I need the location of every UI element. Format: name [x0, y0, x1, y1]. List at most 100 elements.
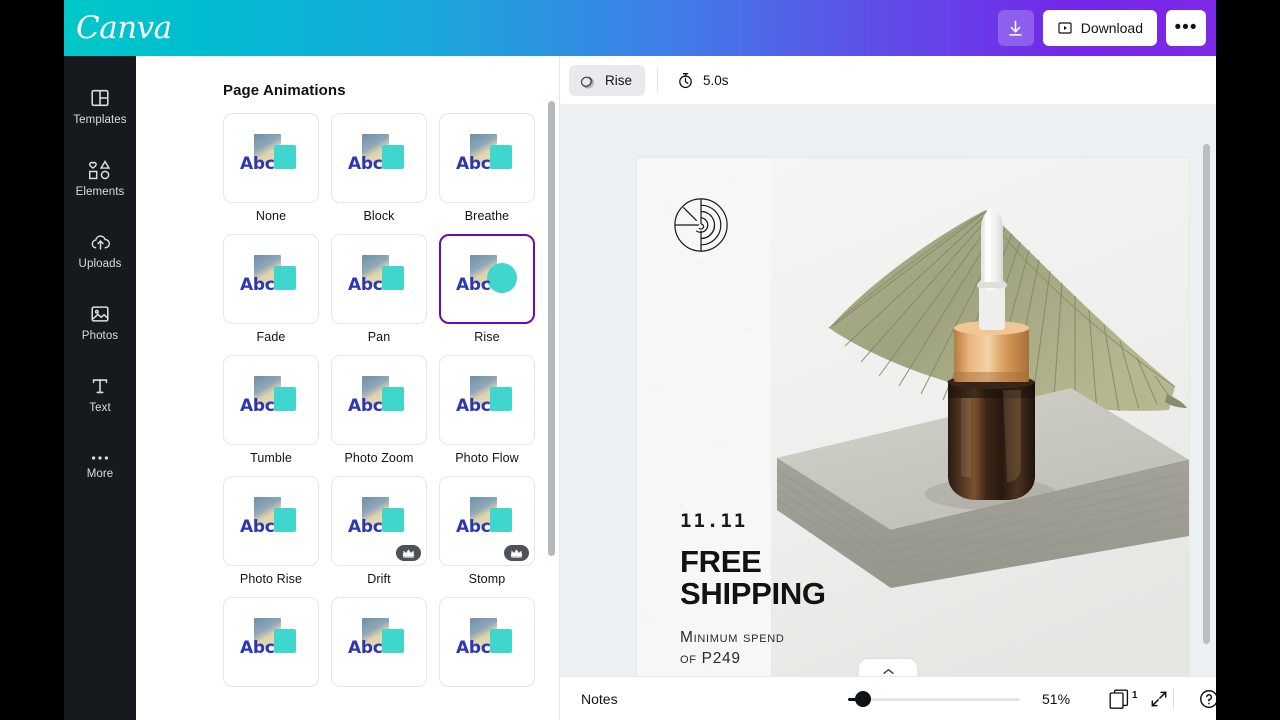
animation-option-stomp[interactable]: Abc — [439, 476, 535, 566]
sidebar-item-label: More — [86, 467, 114, 480]
canvas-scroll-area[interactable]: 11.11 FREE SHIPPING Minimum spend of P24… — [560, 104, 1216, 720]
preview-abc-text: Abc — [456, 517, 491, 537]
animation-option-photo-zoom[interactable]: Abc — [331, 355, 427, 445]
panel-scrollbar[interactable] — [548, 101, 555, 556]
animation-preview: Abc — [240, 134, 302, 182]
cloud-upload-icon — [91, 234, 110, 250]
animation-preview: Abc — [456, 618, 518, 666]
animation-option-rise[interactable]: Abc — [439, 234, 535, 324]
animation-option-unnamed[interactable]: Abc — [223, 597, 319, 687]
duration-button[interactable]: 5.0s — [670, 66, 735, 95]
animation-option-block[interactable]: Abc — [331, 113, 427, 203]
animation-preview: Abc — [348, 134, 410, 182]
animation-option-tumble[interactable]: Abc — [223, 355, 319, 445]
preview-square-shape — [274, 145, 296, 169]
header-actions: Download ••• — [997, 0, 1206, 56]
download-button[interactable]: Download — [1042, 10, 1157, 46]
zoom-slider[interactable] — [848, 690, 1020, 707]
sidebar-item-photos[interactable]: Photos — [64, 286, 136, 358]
animation-option-label: Breathe — [464, 209, 510, 223]
shapes-icon — [88, 159, 111, 179]
crown-icon — [510, 549, 523, 558]
sidebar-item-label: Templates — [73, 113, 127, 126]
animation-preview: Abc — [240, 618, 302, 666]
animation-preview: Abc — [348, 376, 410, 424]
page-number-label: 1 — [1132, 689, 1138, 701]
preview-square-shape — [382, 387, 404, 411]
animation-cell: Abc Drift — [331, 476, 427, 586]
notes-button[interactable]: Notes — [581, 691, 618, 707]
animation-option-unnamed[interactable]: Abc — [331, 597, 427, 687]
sidebar-item-uploads[interactable]: Uploads — [64, 214, 136, 286]
preview-abc-text: Abc — [348, 154, 383, 174]
animation-type-chip[interactable]: Rise — [569, 64, 646, 96]
animation-preview: Abc — [456, 134, 518, 182]
preview-abc-text: Abc — [240, 275, 275, 295]
animation-stack-icon — [580, 75, 594, 88]
play-square-icon — [1058, 22, 1072, 34]
animation-option-label: Fade — [256, 330, 286, 344]
ellipsis-icon — [91, 455, 109, 460]
animation-preview: Abc — [348, 497, 410, 545]
animation-option-none[interactable]: Abc — [223, 113, 319, 203]
animation-option-fade[interactable]: Abc — [223, 234, 319, 324]
animation-cell: Abc — [331, 597, 427, 693]
sidebar-item-templates[interactable]: Templates — [64, 70, 136, 142]
animation-option-drift[interactable]: Abc — [331, 476, 427, 566]
animation-cell: Abc — [439, 597, 535, 693]
sidebar-item-text[interactable]: Text — [64, 358, 136, 430]
duration-label: 5.0s — [703, 72, 729, 88]
pro-crown-badge — [396, 545, 421, 561]
animation-preview: Abc — [240, 376, 302, 424]
preview-abc-text: Abc — [240, 154, 275, 174]
animation-cell: Abc Photo Rise — [223, 476, 319, 586]
stopwatch-icon — [679, 72, 692, 88]
left-rail: Templates Elements Uploads Photos Text M… — [64, 56, 136, 720]
download-icon-button[interactable] — [997, 10, 1034, 46]
animations-grid: Abc None Abc Block Abc Breathe Abc Fade Abc Pan Ab… — [223, 113, 535, 693]
animation-option-label: Pan — [367, 330, 391, 344]
preview-abc-text: Abc — [456, 275, 491, 295]
preview-abc-text: Abc — [456, 638, 491, 658]
design-page[interactable]: 11.11 FREE SHIPPING Minimum spend of P24… — [637, 158, 1189, 710]
editor-area: Rise 5.0s 11.11 FREE SHIPPING Minimum sp… — [560, 56, 1216, 720]
animation-option-breathe[interactable]: Abc — [439, 113, 535, 203]
pro-crown-badge — [504, 545, 529, 561]
design-product-photo[interactable] — [771, 158, 1189, 710]
zoom-percent-label: 51% — [1042, 690, 1071, 707]
page-count-button[interactable]: 1 — [1107, 687, 1138, 711]
animation-option-label: Block — [363, 209, 395, 223]
preview-square-shape — [490, 145, 512, 169]
preview-square-shape — [382, 145, 404, 169]
preview-square-shape — [382, 266, 404, 290]
canvas-scrollbar[interactable] — [1203, 144, 1210, 644]
fullscreen-button[interactable] — [1149, 689, 1169, 709]
animation-cell: Abc Fade — [223, 234, 319, 344]
animation-cell: Abc Tumble — [223, 355, 319, 465]
animation-option-pan[interactable]: Abc — [331, 234, 427, 324]
animation-cell: Abc Photo Flow — [439, 355, 535, 465]
sidebar-item-more[interactable]: More — [64, 430, 136, 502]
zoom-slider-handle[interactable] — [855, 690, 871, 707]
animation-cell: Abc Rise — [439, 234, 535, 344]
preview-square-shape — [382, 629, 404, 653]
text-t-icon — [92, 378, 108, 393]
preview-abc-text: Abc — [348, 396, 383, 416]
templates-grid-icon — [91, 89, 109, 106]
animation-option-label: Tumble — [250, 451, 292, 465]
sidebar-item-elements[interactable]: Elements — [64, 142, 136, 214]
download-button-label: Download — [1080, 20, 1143, 36]
animation-option-label: Photo Rise — [239, 572, 303, 586]
animation-cell: Abc None — [223, 113, 319, 223]
canva-logo[interactable]: Canva — [76, 10, 172, 46]
animation-cell: Abc Breathe — [439, 113, 535, 223]
sidebar-item-label: Text — [89, 401, 111, 414]
more-options-button[interactable]: ••• — [1166, 10, 1206, 46]
animation-option-unnamed[interactable]: Abc — [439, 597, 535, 687]
collapse-bottom-bar-button[interactable] — [859, 659, 917, 676]
canva-editor-window: Canva Download ••• Templates Elements Up… — [64, 0, 1216, 720]
help-button[interactable] — [1198, 688, 1216, 710]
animation-option-photo-flow[interactable]: Abc — [439, 355, 535, 445]
animation-option-photo-rise[interactable]: Abc — [223, 476, 319, 566]
animation-cell: Abc Block — [331, 113, 427, 223]
